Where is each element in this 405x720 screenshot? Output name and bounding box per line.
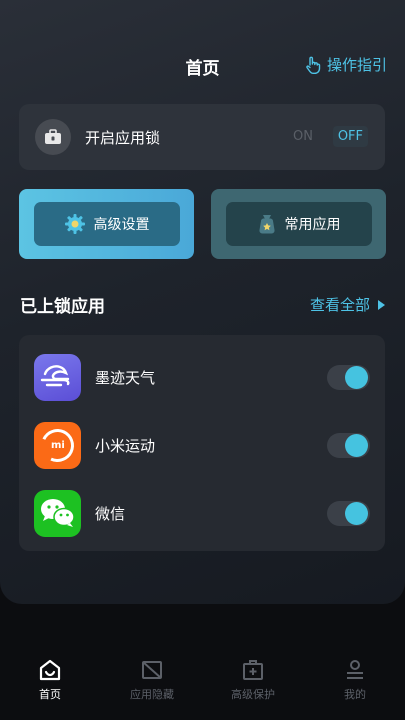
lock-toggle[interactable] bbox=[327, 364, 370, 390]
medical-kit-icon bbox=[243, 660, 263, 680]
tab-label: 首页 bbox=[39, 688, 61, 701]
gear-icon bbox=[64, 214, 85, 234]
tab-label: 应用隐藏 bbox=[130, 688, 174, 701]
app-name: 墨迹天气 bbox=[95, 368, 156, 387]
tab-label: 我的 bbox=[344, 688, 366, 701]
bottom-tab-bar: 首页 应用隐藏 高级保护 我的 bbox=[0, 640, 405, 720]
advanced-settings-button[interactable]: 高级设置 bbox=[19, 189, 194, 259]
tab-advanced-protection[interactable]: 高级保护 bbox=[213, 658, 293, 702]
briefcase-lock-icon bbox=[35, 119, 71, 155]
wechat-icon bbox=[34, 489, 81, 537]
lock-off-option[interactable]: OFF bbox=[332, 126, 368, 147]
mi-fit-icon: mi bbox=[34, 421, 81, 469]
view-all-link[interactable]: 查看全部 bbox=[310, 294, 385, 315]
advanced-settings-inner: 高级设置 bbox=[33, 202, 180, 246]
list-item-mi-fit[interactable]: mi 小米运动 bbox=[19, 411, 385, 479]
user-icon bbox=[347, 660, 363, 679]
guide-label: 操作指引 bbox=[326, 56, 387, 74]
list-item-moji-weather[interactable]: 墨迹天气 bbox=[19, 343, 385, 411]
tab-label: 高级保护 bbox=[231, 688, 275, 701]
tab-mine[interactable]: 我的 bbox=[315, 658, 395, 702]
list-item-wechat[interactable]: 微信 bbox=[19, 479, 385, 547]
lock-toggle[interactable] bbox=[327, 500, 370, 526]
guide-link[interactable]: 操作指引 bbox=[305, 54, 387, 75]
locked-apps-title: 已上锁应用 bbox=[20, 297, 105, 317]
app-lock-card[interactable]: 开启应用锁 ON OFF bbox=[19, 104, 385, 170]
locked-app-list: 墨迹天气 mi 小米运动 微信 bbox=[19, 335, 385, 551]
common-apps-inner: 常用应用 bbox=[225, 202, 372, 246]
moji-weather-icon bbox=[34, 353, 81, 401]
app-lock-label: 开启应用锁 bbox=[85, 128, 161, 147]
tab-home[interactable]: 首页 bbox=[10, 658, 90, 702]
lock-on-option[interactable]: ON bbox=[293, 129, 313, 144]
star-bag-icon bbox=[258, 215, 275, 234]
advanced-settings-label: 高级设置 bbox=[93, 217, 150, 233]
app-name: 小米运动 bbox=[95, 436, 156, 455]
home-icon bbox=[39, 659, 61, 681]
view-all-label: 查看全部 bbox=[309, 296, 370, 314]
hide-icon bbox=[142, 661, 162, 679]
app-name: 微信 bbox=[95, 504, 126, 523]
common-apps-button[interactable]: 常用应用 bbox=[211, 189, 386, 259]
tab-app-hide[interactable]: 应用隐藏 bbox=[112, 658, 192, 702]
pointer-hand-icon bbox=[306, 56, 321, 74]
triangle-right-icon bbox=[378, 299, 385, 310]
mi-logo-text: mi bbox=[50, 439, 65, 451]
common-apps-label: 常用应用 bbox=[284, 217, 341, 233]
lock-toggle[interactable] bbox=[327, 432, 370, 458]
